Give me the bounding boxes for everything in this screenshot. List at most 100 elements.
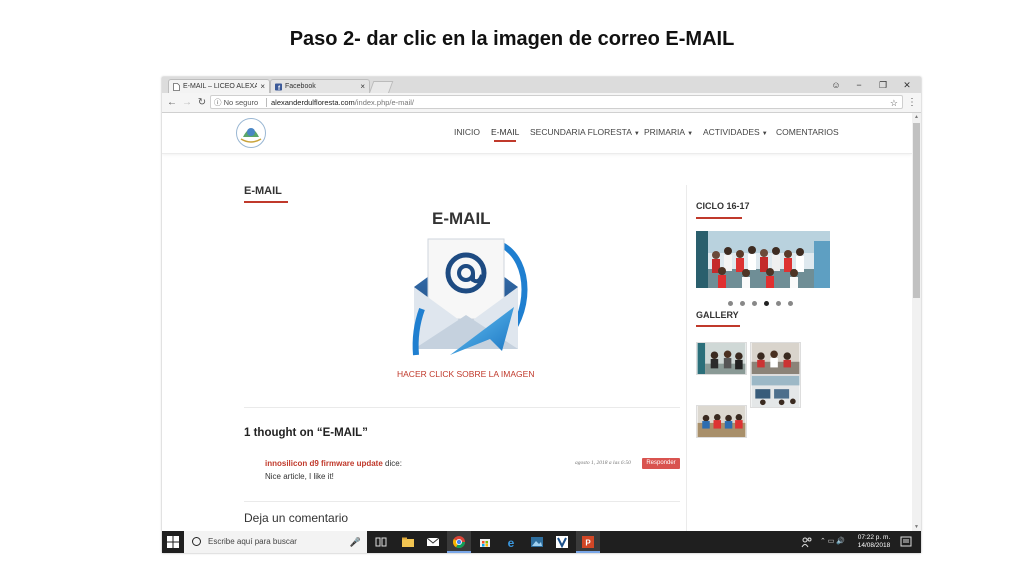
caret-down-icon: ▼	[633, 131, 640, 137]
chrome-icon[interactable]	[453, 536, 465, 548]
click-image-link[interactable]: HACER CLICK SOBRE LA IMAGEN	[397, 369, 534, 379]
slider-dot[interactable]	[752, 301, 757, 306]
app-icon[interactable]	[556, 536, 568, 548]
slide-title: Paso 2- dar clic en la imagen de correo …	[289, 28, 735, 50]
close-window-button[interactable]: ✕	[896, 77, 918, 93]
nav-secundaria-floresta[interactable]: SECUNDARIA FLORESTA ▼	[530, 127, 640, 137]
store-icon[interactable]	[479, 536, 491, 548]
reload-button[interactable]: ↻	[195, 95, 209, 110]
scrollbar-thumb[interactable]	[913, 123, 920, 298]
site-header: INICIO E-MAIL SECUNDARIA FLORESTA ▼ PRIMA…	[162, 113, 912, 154]
slider-dots	[728, 293, 800, 311]
nav-inicio[interactable]: INICIO	[454, 127, 480, 137]
scroll-up-icon[interactable]: ▲	[912, 114, 921, 120]
comment-text: Nice article, I like it!	[265, 472, 334, 481]
svg-text:P: P	[585, 539, 591, 548]
slider-dot[interactable]	[776, 301, 781, 306]
forward-button[interactable]: →	[180, 95, 194, 110]
svg-text:e: e	[508, 536, 515, 548]
gallery-thumbnail[interactable]	[696, 405, 747, 438]
class-photo-slider[interactable]	[696, 231, 830, 288]
cortana-icon	[192, 537, 201, 546]
url-input[interactable]: ⓘ No seguro alexanderdulfloresta.com/ind…	[210, 95, 903, 109]
slider-dot[interactable]	[788, 301, 793, 306]
scroll-down-icon[interactable]: ▼	[912, 524, 921, 530]
active-indicator	[447, 551, 471, 553]
address-bar: ← → ↻ ⓘ No seguro alexanderdulfloresta.c…	[162, 93, 921, 113]
nav-comentarios[interactable]: COMENTARIOS	[776, 127, 839, 137]
leave-comment-heading: Deja un comentario	[244, 511, 349, 525]
people-icon[interactable]	[801, 536, 813, 548]
sidebar-cycle-heading: CICLO 16-17	[696, 201, 750, 211]
security-text: No seguro	[223, 98, 259, 107]
url-divider	[266, 98, 267, 107]
comment-author-link[interactable]: innosilicon d9 firmware update	[265, 459, 383, 468]
nav-label: ACTIVIDADES	[703, 127, 760, 137]
gallery-thumbnail[interactable]	[696, 342, 747, 375]
powerpoint-icon[interactable]: P	[582, 536, 594, 548]
tab-close-icon[interactable]: ×	[360, 80, 365, 94]
nav-active-underline	[494, 140, 516, 142]
caret-down-icon: ▼	[761, 131, 768, 137]
edge-icon[interactable]: e	[505, 536, 517, 548]
tab-label: Facebook	[285, 83, 316, 90]
email-image-title: E-MAIL	[432, 209, 491, 228]
windows-start-icon[interactable]	[167, 536, 179, 548]
nav-label: SECUNDARIA FLORESTA	[530, 127, 632, 137]
url-path: /index.php/e-mail/	[354, 98, 414, 107]
profile-icon[interactable]: ☺	[825, 77, 847, 93]
taskbar-search-input[interactable]: Escribe aquí para buscar 🎤	[184, 531, 367, 553]
file-explorer-icon[interactable]	[402, 536, 414, 548]
system-tray-icons[interactable]: ⌃ ▭ 🔊	[820, 531, 845, 553]
active-indicator	[576, 551, 600, 553]
clock-time: 07:22 p. m.	[857, 534, 891, 541]
email-envelope-icon[interactable]	[406, 231, 534, 359]
slider-dot[interactable]	[728, 301, 733, 306]
url-text: alexanderdulfloresta.com/index.php/e-mai…	[271, 96, 414, 110]
search-placeholder: Escribe aquí para buscar	[208, 537, 297, 546]
tab-facebook[interactable]: f Facebook ×	[270, 79, 370, 93]
comments-heading: 1 thought on “E-MAIL”	[244, 427, 368, 439]
divider	[244, 501, 680, 502]
bookmark-star-icon[interactable]: ☆	[890, 96, 898, 110]
caret-down-icon: ▼	[687, 131, 694, 137]
photos-icon[interactable]	[531, 536, 543, 548]
nav-label: PRIMARIA	[644, 127, 686, 137]
nav-email[interactable]: E-MAIL	[491, 127, 519, 137]
heading-underline	[696, 217, 742, 219]
page-viewport: INICIO E-MAIL SECUNDARIA FLORESTA ▼ PRIMA…	[162, 113, 912, 531]
tab-close-icon[interactable]: ×	[260, 80, 265, 94]
windows-taskbar: Escribe aquí para buscar 🎤 e P ⌃ ▭ 🔊 07:…	[162, 531, 921, 553]
slider-dot[interactable]	[740, 301, 745, 306]
gallery-thumbnail[interactable]	[750, 375, 801, 408]
gallery-thumbnail[interactable]	[750, 342, 801, 375]
tab-email[interactable]: E-MAIL – LICEO ALEXANDER ×	[168, 79, 270, 93]
notifications-icon[interactable]	[900, 536, 912, 548]
browser-menu-icon[interactable]: ⋮	[907, 95, 917, 110]
tab-label: E-MAIL – LICEO ALEXANDER	[183, 83, 257, 90]
nav-actividades[interactable]: ACTIVIDADES ▼	[703, 127, 768, 137]
minimize-button[interactable]: −	[848, 77, 870, 93]
nav-primaria[interactable]: PRIMARIA ▼	[644, 127, 693, 137]
heading-underline	[696, 325, 740, 327]
mail-icon[interactable]	[427, 536, 439, 548]
browser-screenshot: E-MAIL – LICEO ALEXANDER × f Facebook × …	[162, 77, 921, 553]
title-underline	[244, 201, 288, 203]
page-scrollbar[interactable]: ▲ ▼	[912, 113, 921, 531]
facebook-icon: f	[275, 83, 282, 91]
clock-date: 14/08/2018	[857, 542, 891, 549]
tab-bar: E-MAIL – LICEO ALEXANDER × f Facebook × …	[162, 77, 921, 94]
divider	[244, 407, 680, 408]
slider-dot-active[interactable]	[764, 301, 769, 306]
maximize-button[interactable]: ❐	[872, 77, 894, 93]
task-view-icon[interactable]	[375, 536, 387, 548]
reply-button[interactable]: Responder	[642, 458, 680, 469]
url-host: alexanderdulfloresta.com	[271, 98, 355, 107]
comment-says: dice:	[382, 459, 402, 468]
security-label[interactable]: ⓘ No seguro	[214, 96, 258, 110]
school-logo-icon[interactable]	[235, 117, 267, 149]
taskbar-clock[interactable]: 07:22 p. m. 14/08/2018	[857, 534, 891, 550]
microphone-icon[interactable]: 🎤	[350, 531, 361, 553]
comment-date[interactable]: agosto 1, 2018 a las 6:50	[575, 460, 631, 466]
back-button[interactable]: ←	[165, 95, 179, 110]
